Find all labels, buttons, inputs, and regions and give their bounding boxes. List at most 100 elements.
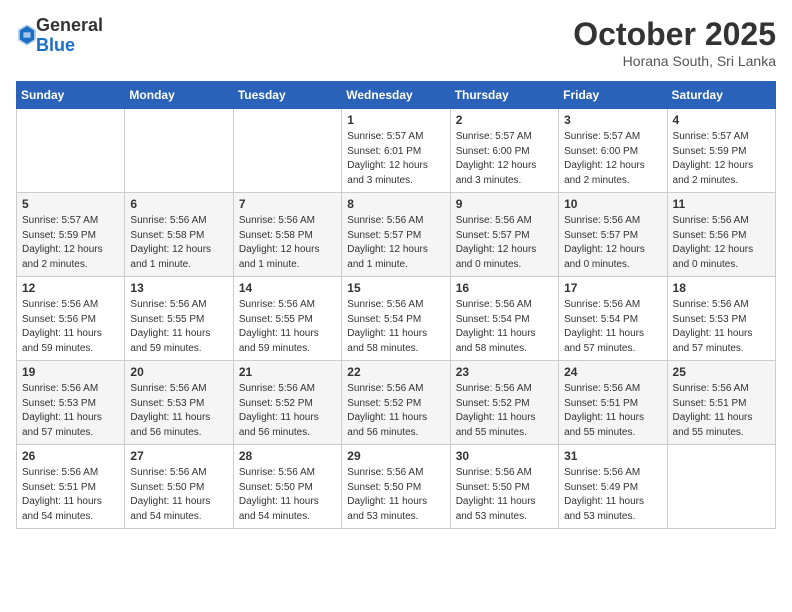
day-cell: 19Sunrise: 5:56 AMSunset: 5:53 PMDayligh… <box>17 361 125 445</box>
day-cell: 24Sunrise: 5:56 AMSunset: 5:51 PMDayligh… <box>559 361 667 445</box>
day-cell: 5 Sunrise: 5:57 AMSunset: 5:59 PMDaylight… <box>17 193 125 277</box>
day-cell <box>125 109 233 193</box>
day-number: 22 <box>347 365 444 379</box>
day-info: Sunrise: 5:56 AMSunset: 5:58 PMDaylight:… <box>239 214 336 272</box>
day-number: 27 <box>130 449 227 463</box>
weekday-header-saturday: Saturday <box>667 82 775 109</box>
day-number: 4 <box>673 113 770 127</box>
day-number: 8 <box>347 197 444 211</box>
day-info: Sunrise: 5:56 AMSunset: 5:55 PMDaylight:… <box>239 298 336 356</box>
day-info: Sunrise: 5:56 AMSunset: 5:52 PMDaylight:… <box>456 382 553 440</box>
location: Horana South, Sri Lanka <box>573 53 776 69</box>
day-cell: 1 Sunrise: 5:57 AMSunset: 6:01 PMDaylight… <box>342 109 450 193</box>
day-cell: 17 Sunrise: 5:56 AMSunset: 5:54 PMDayligh… <box>559 277 667 361</box>
day-info: Sunrise: 5:56 AMSunset: 5:49 PMDaylight:… <box>564 466 661 524</box>
day-info: Sunrise: 5:56 AMSunset: 5:57 PMDaylight:… <box>456 214 553 272</box>
day-cell: 30Sunrise: 5:56 AMSunset: 5:50 PMDayligh… <box>450 445 558 529</box>
day-cell: 12 Sunrise: 5:56 AMSunset: 5:56 PMDayligh… <box>17 277 125 361</box>
day-number: 9 <box>456 197 553 211</box>
day-info: Sunrise: 5:57 AMSunset: 6:00 PMDaylight:… <box>564 130 661 188</box>
day-info: Sunrise: 5:56 AMSunset: 5:57 PMDaylight:… <box>564 214 661 272</box>
day-cell: 2Sunrise: 5:57 AMSunset: 6:00 PMDaylight… <box>450 109 558 193</box>
day-cell <box>17 109 125 193</box>
day-cell: 4 Sunrise: 5:57 AMSunset: 5:59 PMDaylight… <box>667 109 775 193</box>
day-number: 15 <box>347 281 444 295</box>
page-header: General Blue October 2025 Horana South, … <box>16 16 776 69</box>
day-number: 25 <box>673 365 770 379</box>
day-number: 10 <box>564 197 661 211</box>
day-info: Sunrise: 5:57 AMSunset: 5:59 PMDaylight:… <box>22 214 119 272</box>
day-cell: 10 Sunrise: 5:56 AMSunset: 5:57 PMDayligh… <box>559 193 667 277</box>
day-info: Sunrise: 5:56 AMSunset: 5:50 PMDaylight:… <box>239 466 336 524</box>
day-info: Sunrise: 5:57 AMSunset: 5:59 PMDaylight:… <box>673 130 770 188</box>
day-cell: 22 Sunrise: 5:56 AMSunset: 5:52 PMDayligh… <box>342 361 450 445</box>
day-number: 28 <box>239 449 336 463</box>
day-cell: 6 Sunrise: 5:56 AMSunset: 5:58 PMDaylight… <box>125 193 233 277</box>
day-number: 14 <box>239 281 336 295</box>
day-number: 13 <box>130 281 227 295</box>
day-cell: 13 Sunrise: 5:56 AMSunset: 5:55 PMDayligh… <box>125 277 233 361</box>
day-number: 29 <box>347 449 444 463</box>
day-info: Sunrise: 5:56 AMSunset: 5:56 PMDaylight:… <box>22 298 119 356</box>
day-number: 2 <box>456 113 553 127</box>
week-row-5: 26Sunrise: 5:56 AMSunset: 5:51 PMDayligh… <box>17 445 776 529</box>
day-info: Sunrise: 5:56 AMSunset: 5:55 PMDaylight:… <box>130 298 227 356</box>
day-info: Sunrise: 5:56 AMSunset: 5:50 PMDaylight:… <box>130 466 227 524</box>
day-number: 12 <box>22 281 119 295</box>
logo-text: General Blue <box>36 16 103 56</box>
weekday-header-thursday: Thursday <box>450 82 558 109</box>
title-block: October 2025 Horana South, Sri Lanka <box>573 16 776 69</box>
week-row-3: 12 Sunrise: 5:56 AMSunset: 5:56 PMDayligh… <box>17 277 776 361</box>
day-info: Sunrise: 5:56 AMSunset: 5:57 PMDaylight:… <box>347 214 444 272</box>
day-cell: 23 Sunrise: 5:56 AMSunset: 5:52 PMDayligh… <box>450 361 558 445</box>
day-cell: 11 Sunrise: 5:56 AMSunset: 5:56 PMDayligh… <box>667 193 775 277</box>
day-number: 19 <box>22 365 119 379</box>
day-number: 31 <box>564 449 661 463</box>
weekday-header-row: SundayMondayTuesdayWednesdayThursdayFrid… <box>17 82 776 109</box>
day-info: Sunrise: 5:56 AMSunset: 5:54 PMDaylight:… <box>456 298 553 356</box>
day-info: Sunrise: 5:56 AMSunset: 5:54 PMDaylight:… <box>564 298 661 356</box>
day-number: 17 <box>564 281 661 295</box>
day-cell: 29 Sunrise: 5:56 AMSunset: 5:50 PMDayligh… <box>342 445 450 529</box>
week-row-2: 5 Sunrise: 5:57 AMSunset: 5:59 PMDaylight… <box>17 193 776 277</box>
day-cell: 14 Sunrise: 5:56 AMSunset: 5:55 PMDayligh… <box>233 277 341 361</box>
day-cell: 21Sunrise: 5:56 AMSunset: 5:52 PMDayligh… <box>233 361 341 445</box>
day-cell: 27 Sunrise: 5:56 AMSunset: 5:50 PMDayligh… <box>125 445 233 529</box>
day-info: Sunrise: 5:56 AMSunset: 5:58 PMDaylight:… <box>130 214 227 272</box>
day-number: 6 <box>130 197 227 211</box>
weekday-header-friday: Friday <box>559 82 667 109</box>
day-cell: 20Sunrise: 5:56 AMSunset: 5:53 PMDayligh… <box>125 361 233 445</box>
week-row-4: 19Sunrise: 5:56 AMSunset: 5:53 PMDayligh… <box>17 361 776 445</box>
day-number: 3 <box>564 113 661 127</box>
day-cell: 9 Sunrise: 5:56 AMSunset: 5:57 PMDaylight… <box>450 193 558 277</box>
day-cell: 16 Sunrise: 5:56 AMSunset: 5:54 PMDayligh… <box>450 277 558 361</box>
day-info: Sunrise: 5:56 AMSunset: 5:51 PMDaylight:… <box>673 382 770 440</box>
day-number: 11 <box>673 197 770 211</box>
day-number: 24 <box>564 365 661 379</box>
logo-icon <box>18 24 36 46</box>
day-number: 21 <box>239 365 336 379</box>
day-info: Sunrise: 5:57 AMSunset: 6:01 PMDaylight:… <box>347 130 444 188</box>
day-number: 1 <box>347 113 444 127</box>
day-info: Sunrise: 5:56 AMSunset: 5:56 PMDaylight:… <box>673 214 770 272</box>
day-info: Sunrise: 5:56 AMSunset: 5:50 PMDaylight:… <box>347 466 444 524</box>
day-number: 5 <box>22 197 119 211</box>
day-cell: 28 Sunrise: 5:56 AMSunset: 5:50 PMDayligh… <box>233 445 341 529</box>
logo: General Blue <box>16 16 103 56</box>
day-cell: 3 Sunrise: 5:57 AMSunset: 6:00 PMDaylight… <box>559 109 667 193</box>
day-number: 7 <box>239 197 336 211</box>
day-cell: 25 Sunrise: 5:56 AMSunset: 5:51 PMDayligh… <box>667 361 775 445</box>
weekday-header-tuesday: Tuesday <box>233 82 341 109</box>
month-title: October 2025 <box>573 16 776 53</box>
day-number: 20 <box>130 365 227 379</box>
week-row-1: 1 Sunrise: 5:57 AMSunset: 6:01 PMDaylight… <box>17 109 776 193</box>
day-info: Sunrise: 5:56 AMSunset: 5:52 PMDaylight:… <box>347 382 444 440</box>
day-cell: 15Sunrise: 5:56 AMSunset: 5:54 PMDayligh… <box>342 277 450 361</box>
day-number: 23 <box>456 365 553 379</box>
day-cell: 18Sunrise: 5:56 AMSunset: 5:53 PMDayligh… <box>667 277 775 361</box>
weekday-header-monday: Monday <box>125 82 233 109</box>
day-info: Sunrise: 5:56 AMSunset: 5:51 PMDaylight:… <box>22 466 119 524</box>
day-cell: 26Sunrise: 5:56 AMSunset: 5:51 PMDayligh… <box>17 445 125 529</box>
day-info: Sunrise: 5:56 AMSunset: 5:53 PMDaylight:… <box>673 298 770 356</box>
day-number: 16 <box>456 281 553 295</box>
